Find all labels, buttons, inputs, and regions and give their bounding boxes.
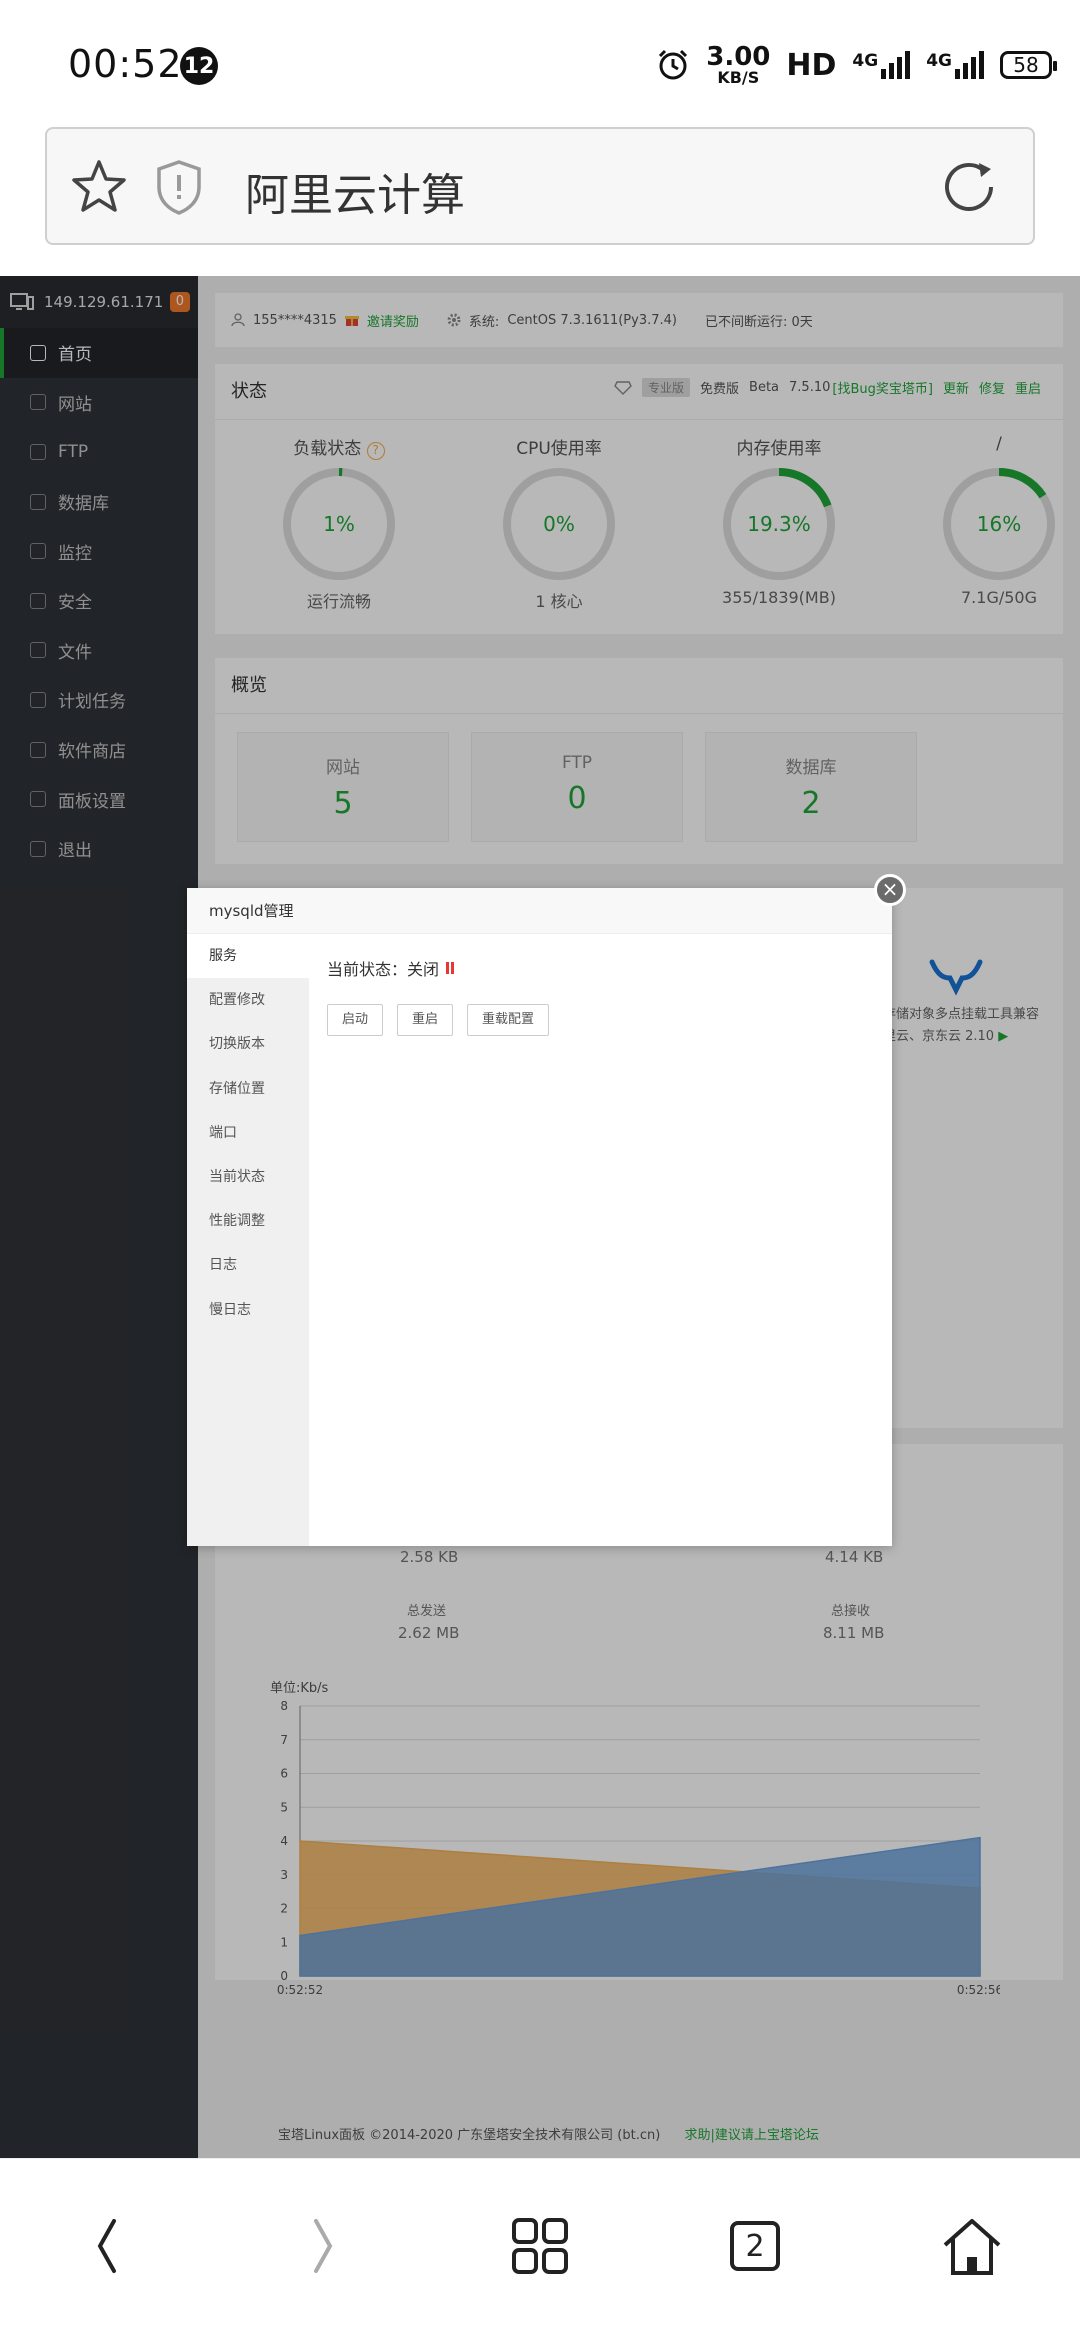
menu-grid-icon[interactable] [505,2211,575,2281]
status-bar: 00:52 12 3.00 KB/S HD 4G 4G 58 [0,0,1080,124]
signal-icon: 4G [852,51,911,79]
restart-button[interactable]: 重启 [397,1004,454,1036]
alarm-icon [659,49,688,80]
reload-config-button[interactable]: 重载配置 [467,1004,550,1036]
forward-icon[interactable] [288,2211,358,2281]
security-shield-icon[interactable] [155,159,203,215]
clock: 00:52 [68,42,183,86]
tab-config[interactable]: 配置修改 [187,978,309,1022]
network-speed: 3.00 KB/S [706,44,770,86]
back-icon[interactable] [72,2211,142,2281]
tab-service[interactable]: 服务 [187,934,309,979]
stopped-icon [446,962,455,974]
bookmark-star-icon[interactable] [69,157,129,217]
web-content: 149.129.61.171 0 首页 网站 FTP 数据库 监控 安全 文件 … [0,276,1080,2158]
speed-unit: KB/S [717,68,760,87]
signal-icon-2: 4G [926,51,984,79]
tab-current-status[interactable]: 当前状态 [187,1155,309,1199]
page-title[interactable]: 阿里云计算 [245,159,465,223]
dialog-tabs: 服务 配置修改 切换版本 存储位置 端口 当前状态 性能调整 日志 慢日志 [187,934,309,1546]
service-buttons: 启动 重启 重载配置 [327,1004,874,1036]
tab-slow-log[interactable]: 慢日志 [187,1288,309,1332]
dialog-body: 当前状态：关闭 启动 重启 重载配置 [309,934,892,1546]
close-icon[interactable]: × [874,874,906,906]
reload-icon[interactable] [939,157,999,217]
service-status-text: 当前状态：关闭 [327,960,440,979]
service-status: 当前状态：关闭 [327,956,874,980]
speed-value: 3.00 [706,42,771,72]
network-type-2: 4G [926,51,952,71]
screen: 00:52 12 3.00 KB/S HD 4G 4G 58 阿里云计算 149… [0,0,1080,2340]
home-icon[interactable] [937,2211,1007,2281]
tab-port[interactable]: 端口 [187,1111,309,1155]
mysqld-dialog: mysqld管理 × 服务 配置修改 切换版本 存储位置 端口 当前状态 性能调… [187,874,906,1546]
tab-log[interactable]: 日志 [187,1243,309,1287]
status-icons: 3.00 KB/S HD 4G 4G 58 [656,40,1057,90]
notification-count-badge: 12 [180,47,218,85]
tabs-count: 2 [730,2221,780,2271]
battery-icon: 58 [1000,51,1057,79]
tab-storage[interactable]: 存储位置 [187,1067,309,1111]
browser-bottom-nav: 2 [0,2158,1080,2340]
hd-indicator: HD [786,47,837,83]
address-bar[interactable]: 阿里云计算 [45,127,1035,245]
tab-performance[interactable]: 性能调整 [187,1199,309,1243]
dialog-title: mysqld管理 [187,888,892,934]
tabs-button[interactable]: 2 [720,2211,790,2281]
tab-version[interactable]: 切换版本 [187,1022,309,1066]
start-button[interactable]: 启动 [327,1004,384,1036]
network-type-1: 4G [852,51,879,71]
